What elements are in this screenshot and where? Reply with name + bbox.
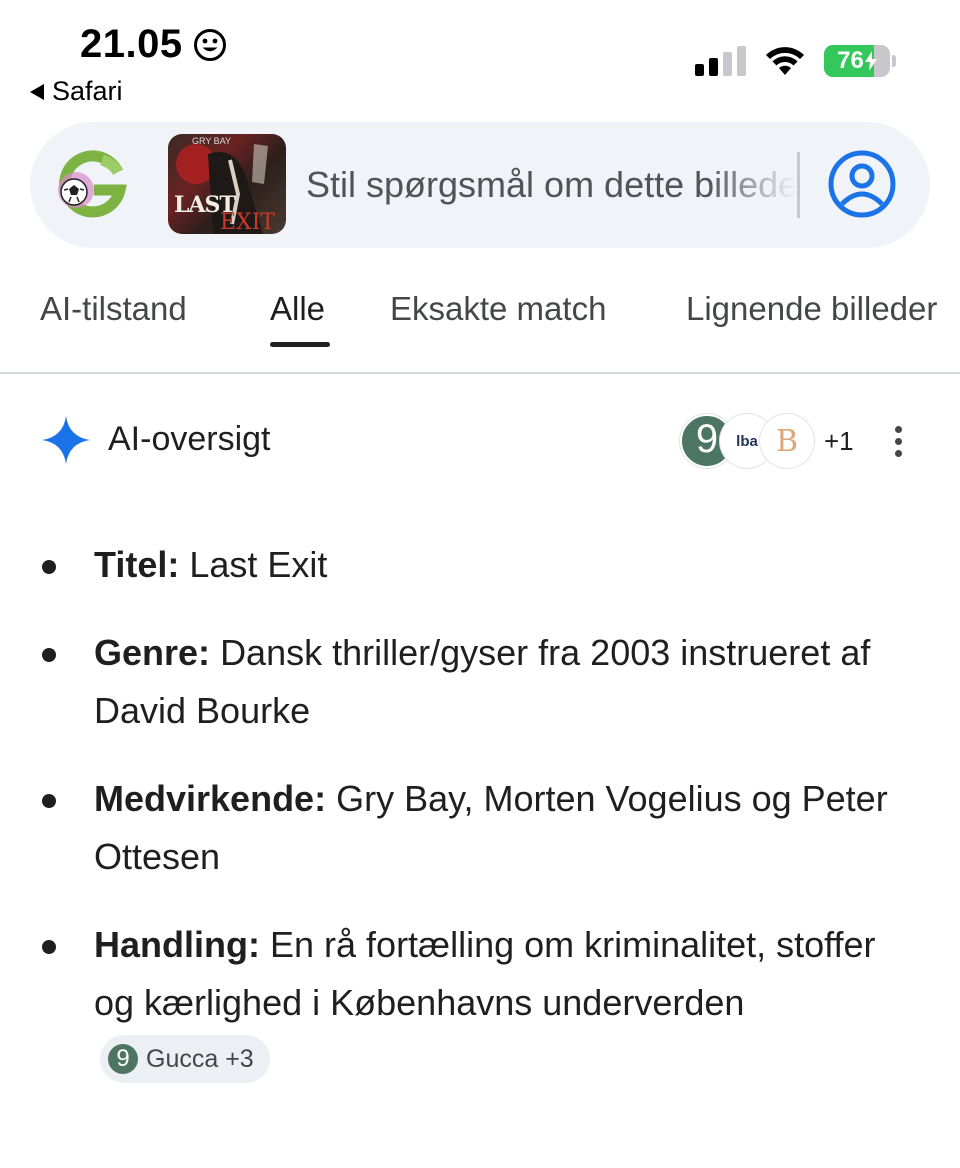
- back-app-label: Safari: [52, 76, 123, 106]
- source-chip[interactable]: 9 Gucca +3: [100, 1035, 270, 1084]
- wifi-icon: [766, 47, 804, 75]
- google-lens-logo[interactable]: [52, 150, 132, 222]
- source-avatar[interactable]: B: [760, 414, 814, 468]
- source-avatar-label: B: [775, 423, 799, 459]
- bullet-label: Handling:: [94, 924, 260, 965]
- tab-all[interactable]: Alle: [270, 290, 325, 328]
- charging-bolt-icon: [864, 51, 877, 71]
- tab-ai-mode[interactable]: AI-tilstand: [40, 290, 187, 328]
- result-tabs: AI-tilstand Alle Eksakte match Lignende …: [0, 284, 960, 374]
- list-item: Titel: Last Exit: [40, 536, 920, 594]
- list-item: Medvirkende: Gry Bay, Morten Vogelius og…: [40, 770, 920, 886]
- sources-more-count[interactable]: +1: [824, 426, 854, 457]
- bullet-label: Genre:: [94, 632, 211, 673]
- more-options-icon[interactable]: [888, 426, 908, 462]
- active-tab-indicator: [270, 342, 330, 347]
- list-item: Genre: Dansk thriller/gyser fra 2003 ins…: [40, 624, 920, 740]
- query-image-thumbnail[interactable]: GRY BAY LAST EXIT: [168, 134, 286, 234]
- list-item: Handling: En rå fortælling om kriminalit…: [40, 916, 920, 1090]
- search-input[interactable]: [306, 156, 796, 214]
- smiley-icon: [193, 28, 226, 61]
- tab-exact-matches[interactable]: Eksakte match: [390, 290, 606, 328]
- back-arrow-icon: [30, 83, 44, 100]
- thumbnail-top-text: GRY BAY: [192, 136, 232, 146]
- source-chip-label: Gucca +3: [146, 1045, 254, 1074]
- status-time: 21.05: [80, 22, 227, 67]
- account-circle-icon[interactable]: [826, 148, 898, 220]
- bullet-text: Last Exit: [189, 544, 328, 585]
- source-avatar-label: lba: [736, 432, 758, 450]
- battery-tip: [892, 55, 896, 67]
- bullet-label: Medvirkende:: [94, 778, 327, 819]
- source-avatar-label: 9: [695, 417, 719, 461]
- ai-overview-list: Titel: Last Exit Genre: Dansk thriller/g…: [40, 536, 920, 1120]
- bullet-text: Dansk thriller/gyser fra 2003 instrueret…: [94, 632, 871, 731]
- battery-indicator: 76: [824, 45, 890, 77]
- status-indicators: 76: [695, 45, 896, 77]
- lens-search-bar: GRY BAY LAST EXIT: [30, 122, 930, 248]
- text-caret: [797, 152, 800, 218]
- source-chip-icon: 9: [108, 1044, 138, 1075]
- bullet-label: Titel:: [94, 544, 180, 585]
- cellular-signal-icon: [695, 46, 746, 76]
- tab-similar-images[interactable]: Lignende billeder: [686, 290, 937, 328]
- sparkle-icon: [42, 416, 90, 464]
- thumbnail-subtitle: EXIT: [220, 210, 276, 234]
- ai-overview-header: AI-oversigt 9 lba B +1: [40, 414, 920, 470]
- battery-percent: 76: [837, 47, 864, 74]
- ai-overview-title: AI-oversigt: [108, 420, 271, 458]
- back-to-app-button[interactable]: Safari: [30, 76, 123, 107]
- status-time-label: 21.05: [80, 22, 183, 66]
